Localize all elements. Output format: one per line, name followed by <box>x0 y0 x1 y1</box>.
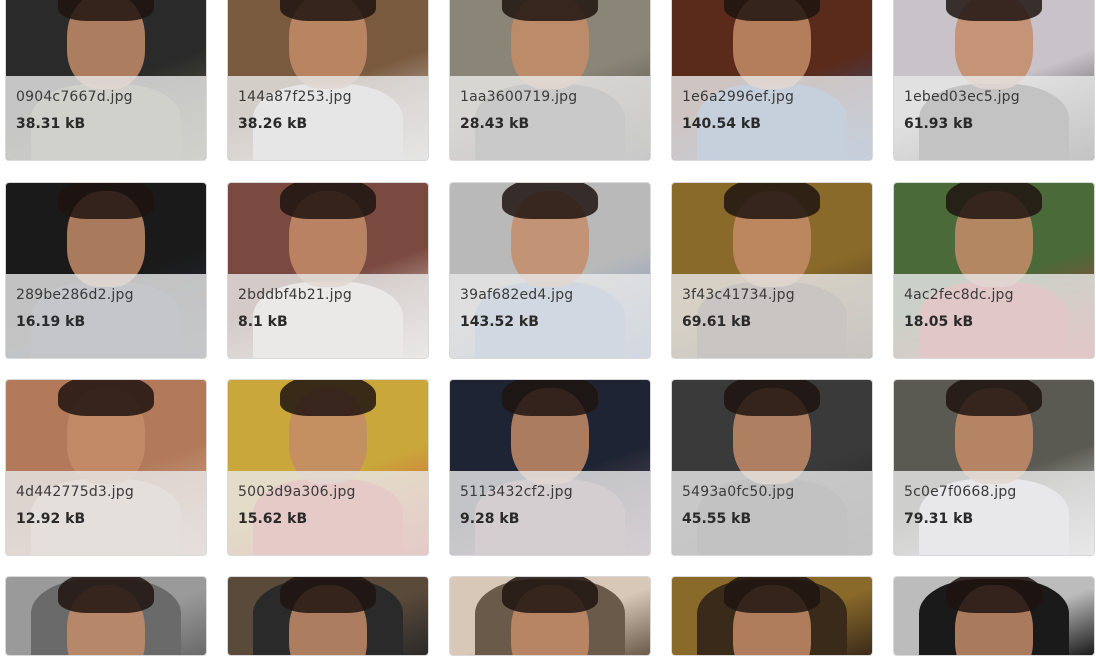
image-gallery-page: { "files": [ {"name": "0904c7667d.jpg", … <box>0 0 1096 656</box>
image-card[interactable]: 3f43c41734.jpg 69.61 kB <box>671 182 873 359</box>
file-name: 144a87f253.jpg <box>238 89 352 105</box>
file-size: 79.31 kB <box>904 511 974 527</box>
image-card[interactable]: 289be286d2.jpg 16.19 kB <box>5 182 207 359</box>
image-card[interactable]: 5003d9a306.jpg 15.62 kB <box>227 379 429 556</box>
file-info-overlay: 144a87f253.jpg 38.26 kB <box>228 76 428 160</box>
image-card[interactable]: 5113432cf2.jpg 9.28 kB <box>449 379 651 556</box>
image-thumbnail <box>672 577 872 655</box>
file-size: 38.26 kB <box>238 116 308 132</box>
file-info-overlay: 0904c7667d.jpg 38.31 kB <box>6 76 206 160</box>
thumbnail-grid: 0904c7667d.jpg 38.31 kB 144a87f253.jpg 38.2… <box>0 0 1096 656</box>
file-info-overlay: 1e6a2996ef.jpg 140.54 kB <box>672 76 872 160</box>
file-name: 0904c7667d.jpg <box>16 89 133 105</box>
file-size: 9.28 kB <box>460 511 520 527</box>
image-card[interactable] <box>893 576 1095 656</box>
image-thumbnail <box>228 577 428 655</box>
image-card[interactable]: 0904c7667d.jpg 38.31 kB <box>5 0 207 161</box>
file-name: 5003d9a306.jpg <box>238 484 356 500</box>
image-card[interactable]: 5c0e7f0668.jpg 79.31 kB <box>893 379 1095 556</box>
file-info-overlay: 3f43c41734.jpg 69.61 kB <box>672 274 872 358</box>
file-size: 8.1 kB <box>238 314 288 330</box>
image-thumbnail <box>894 577 1094 655</box>
file-size: 18.05 kB <box>904 314 974 330</box>
file-name: 289be286d2.jpg <box>16 287 134 303</box>
file-size: 140.54 kB <box>682 116 761 132</box>
file-size: 61.93 kB <box>904 116 974 132</box>
file-info-overlay: 1aa3600719.jpg 28.43 kB <box>450 76 650 160</box>
image-card[interactable]: 1ebed03ec5.jpg 61.93 kB <box>893 0 1095 161</box>
file-name: 3f43c41734.jpg <box>682 287 795 303</box>
file-name: 1aa3600719.jpg <box>460 89 578 105</box>
image-card[interactable]: 1e6a2996ef.jpg 140.54 kB <box>671 0 873 161</box>
file-name: 5113432cf2.jpg <box>460 484 573 500</box>
file-name: 1ebed03ec5.jpg <box>904 89 1020 105</box>
image-thumbnail <box>450 577 650 655</box>
file-info-overlay: 5c0e7f0668.jpg 79.31 kB <box>894 471 1094 555</box>
image-card[interactable]: 144a87f253.jpg 38.26 kB <box>227 0 429 161</box>
image-card[interactable] <box>227 576 429 656</box>
file-size: 28.43 kB <box>460 116 530 132</box>
file-size: 38.31 kB <box>16 116 86 132</box>
file-info-overlay: 1ebed03ec5.jpg 61.93 kB <box>894 76 1094 160</box>
file-name: 39af682ed4.jpg <box>460 287 574 303</box>
image-card[interactable] <box>5 576 207 656</box>
file-info-overlay: 5493a0fc50.jpg 45.55 kB <box>672 471 872 555</box>
file-name: 4ac2fec8dc.jpg <box>904 287 1014 303</box>
file-info-overlay: 2bddbf4b21.jpg 8.1 kB <box>228 274 428 358</box>
file-size: 12.92 kB <box>16 511 86 527</box>
file-info-overlay: 289be286d2.jpg 16.19 kB <box>6 274 206 358</box>
file-info-overlay: 39af682ed4.jpg 143.52 kB <box>450 274 650 358</box>
image-card[interactable]: 39af682ed4.jpg 143.52 kB <box>449 182 651 359</box>
image-thumbnail <box>6 577 206 655</box>
file-info-overlay: 4ac2fec8dc.jpg 18.05 kB <box>894 274 1094 358</box>
image-card[interactable]: 4d442775d3.jpg 12.92 kB <box>5 379 207 556</box>
image-card[interactable]: 5493a0fc50.jpg 45.55 kB <box>671 379 873 556</box>
file-name: 4d442775d3.jpg <box>16 484 134 500</box>
image-card[interactable]: 4ac2fec8dc.jpg 18.05 kB <box>893 182 1095 359</box>
image-card[interactable] <box>449 576 651 656</box>
file-name: 1e6a2996ef.jpg <box>682 89 795 105</box>
file-size: 143.52 kB <box>460 314 539 330</box>
file-name: 5493a0fc50.jpg <box>682 484 795 500</box>
file-name: 5c0e7f0668.jpg <box>904 484 1017 500</box>
file-name: 2bddbf4b21.jpg <box>238 287 352 303</box>
image-card[interactable]: 1aa3600719.jpg 28.43 kB <box>449 0 651 161</box>
file-size: 45.55 kB <box>682 511 752 527</box>
file-size: 16.19 kB <box>16 314 86 330</box>
file-size: 15.62 kB <box>238 511 308 527</box>
file-info-overlay: 4d442775d3.jpg 12.92 kB <box>6 471 206 555</box>
image-card[interactable]: 2bddbf4b21.jpg 8.1 kB <box>227 182 429 359</box>
file-info-overlay: 5113432cf2.jpg 9.28 kB <box>450 471 650 555</box>
image-card[interactable] <box>671 576 873 656</box>
file-info-overlay: 5003d9a306.jpg 15.62 kB <box>228 471 428 555</box>
file-size: 69.61 kB <box>682 314 752 330</box>
